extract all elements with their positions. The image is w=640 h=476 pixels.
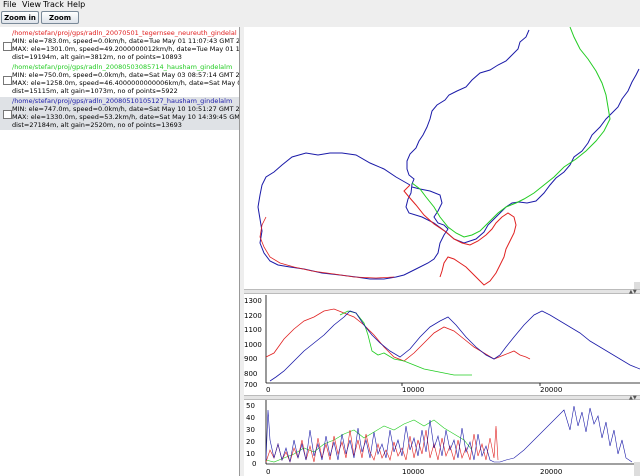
- track-path: /home/stefan/proj/gps/radln_200805030857…: [12, 63, 233, 71]
- track-min: MIN: ele=750.0m, speed=0.0km/h, date=Sat…: [12, 71, 240, 79]
- plot-area: ▲▼ 1300 1200 1100 1000 900 800 700 0 100…: [244, 27, 640, 476]
- elev-x-tick: 20000: [540, 386, 562, 394]
- track-item[interactable]: /home/stefan/proj/gps/radln_200805030857…: [0, 63, 239, 96]
- speed-y-tick: 10: [246, 450, 255, 458]
- toolbar: Zoom in Zoom out: [0, 10, 640, 35]
- track-item[interactable]: /home/stefan/proj/gps/radln_20070501_teg…: [0, 29, 239, 62]
- track-checkbox[interactable]: [3, 42, 12, 51]
- elev-y-tick: 1200: [244, 312, 262, 320]
- track-dist: dist=27184m, alt gain=2520m, no of point…: [12, 121, 182, 129]
- zoom-in-button[interactable]: Zoom in: [1, 11, 39, 24]
- elev-y-tick: 1300: [244, 297, 262, 305]
- elev-x-tick: 10000: [402, 386, 424, 394]
- track-path: /home/stefan/proj/gps/radln_20070501_teg…: [12, 29, 237, 37]
- elev-y-tick: 800: [244, 370, 257, 378]
- track-min: MIN: ele=783.0m, speed=0.0km/h, date=Tue…: [12, 37, 240, 45]
- elev-y-tick: 1100: [244, 326, 262, 334]
- zoom-out-button[interactable]: Zoom out: [41, 11, 79, 35]
- track-max: MAX: ele=1258.0m, speed=46.4000000000006…: [12, 79, 240, 87]
- track-max: MAX: ele=1330.0m, speed=53.2km/h, date=S…: [12, 113, 240, 121]
- track-list: /home/stefan/proj/gps/radln_20070501_teg…: [0, 27, 240, 476]
- menu-bar: File View Track Help: [0, 0, 640, 10]
- split-divider[interactable]: ▲▼: [244, 289, 640, 295]
- speed-chart: 50 40 30 20 10 0 0 10000 20000: [244, 400, 640, 476]
- track-checkbox[interactable]: [3, 76, 12, 85]
- speed-y-tick: 20: [246, 438, 255, 446]
- speed-x-tick: 10000: [402, 468, 424, 476]
- elev-y-tick: 700: [244, 381, 257, 389]
- divider-grip-icon[interactable]: ▲▼: [629, 290, 637, 295]
- track-max: MAX: ele=1301.0m, speed=49.2000000012km/…: [12, 45, 240, 53]
- track-path: /home/stefan/proj/gps/radln_200805101051…: [12, 97, 233, 105]
- speed-y-tick: 50: [246, 402, 255, 410]
- track-item[interactable]: /home/stefan/proj/gps/radln_200805101051…: [0, 97, 239, 130]
- track-checkbox[interactable]: [3, 110, 12, 119]
- menu-track[interactable]: Track: [43, 0, 64, 10]
- track-dist: dist=15115m, alt gain=1073m, no of point…: [12, 87, 178, 95]
- track-dist: dist=19194m, alt gain=3812m, no of point…: [12, 53, 182, 61]
- menu-help[interactable]: Help: [67, 0, 85, 10]
- elev-x-tick: 0: [266, 386, 270, 394]
- elevation-chart: 1300 1200 1100 1000 900 800 700 0 10000 …: [244, 295, 640, 395]
- elev-y-tick: 1000: [244, 341, 262, 349]
- speed-y-tick: 40: [246, 414, 255, 422]
- track-min: MIN: ele=747.0m, speed=0.0km/h, date=Sat…: [12, 105, 240, 113]
- speed-y-tick: 30: [246, 426, 255, 434]
- speed-x-tick: 0: [266, 468, 270, 476]
- menu-view[interactable]: View: [22, 0, 41, 10]
- menu-file[interactable]: File: [3, 0, 16, 10]
- elev-y-tick: 900: [244, 355, 257, 363]
- track-map[interactable]: [244, 27, 640, 289]
- speed-x-tick: 20000: [540, 468, 562, 476]
- speed-y-tick: 0: [252, 460, 256, 468]
